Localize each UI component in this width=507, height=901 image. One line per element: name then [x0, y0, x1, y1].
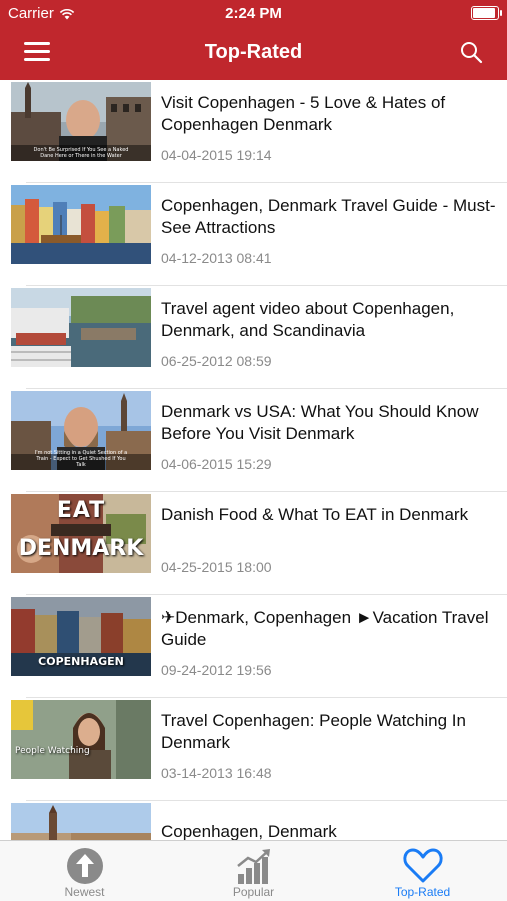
status-bar: Carrier 2:24 PM [0, 0, 507, 26]
thumbnail-image [11, 700, 151, 779]
thumbnail-caption: Don't Be Surprised If You See a Naked Da… [33, 147, 129, 159]
video-thumbnail: COPENHAGEN [11, 597, 151, 676]
video-thumbnail: EAT DENMARK [11, 494, 151, 573]
video-title: Copenhagen, Denmark Travel Guide - Must-… [161, 196, 496, 237]
video-thumbnail: People Watching [11, 700, 151, 779]
list-item[interactable]: Copenhagen, Denmark [0, 801, 507, 840]
video-thumbnail [11, 803, 151, 840]
video-date: 04-12-2013 08:41 [161, 250, 272, 266]
thumbnail-text-denmark: DENMARK [18, 536, 144, 561]
thumbnail-text-eat: EAT [56, 498, 106, 523]
tab-label: Top-Rated [394, 885, 451, 899]
tab-top-rated[interactable]: Top-Rated [338, 841, 507, 901]
video-date: 09-24-2012 19:56 [161, 662, 272, 678]
tab-popular[interactable]: Popular [169, 841, 338, 901]
video-title: Travel Copenhagen: People Watching In De… [161, 711, 466, 752]
video-list[interactable]: Don't Be Surprised If You See a Naked Da… [0, 80, 507, 840]
search-icon[interactable] [459, 40, 483, 64]
list-item[interactable]: People Watching Travel Copenhagen: Peopl… [0, 698, 507, 801]
thumbnail-caption: People Watching [15, 746, 90, 756]
list-item[interactable]: Don't Be Surprised If You See a Naked Da… [0, 80, 507, 183]
bar-chart-icon [236, 849, 270, 884]
thumbnail-image [11, 288, 151, 367]
tab-label: Popular [232, 885, 275, 899]
clock: 2:24 PM [225, 5, 282, 22]
video-thumbnail: Don't Be Surprised If You See a Naked Da… [11, 82, 151, 161]
video-title: Copenhagen, Denmark [161, 822, 337, 840]
video-title: Denmark vs USA: What You Should Know Bef… [161, 402, 479, 443]
video-date: 04-04-2015 19:14 [161, 147, 272, 163]
tab-newest[interactable]: Newest [0, 841, 169, 901]
list-item[interactable]: I'm not Sitting in a Quiet Section of a … [0, 389, 507, 492]
video-title: Travel agent video about Copenhagen, Den… [161, 299, 455, 340]
thumbnail-image [11, 803, 151, 840]
video-title: Danish Food & What To EAT in Denmark [161, 505, 469, 524]
up-arrow-circle-icon [66, 848, 103, 884]
page-title: Top-Rated [204, 41, 303, 63]
list-item[interactable]: Travel agent video about Copenhagen, Den… [0, 286, 507, 389]
list-item[interactable]: Copenhagen, Denmark Travel Guide - Must-… [0, 183, 507, 286]
thumbnail-image [11, 185, 151, 264]
video-thumbnail [11, 185, 151, 264]
navigation-bar: Top-Rated [0, 26, 507, 80]
video-date: 04-25-2015 18:00 [161, 559, 272, 575]
tab-label: Newest [64, 885, 105, 899]
battery-icon [471, 6, 502, 20]
video-thumbnail [11, 288, 151, 367]
list-item[interactable]: COPENHAGEN ✈Denmark, Copenhagen ►Vacatio… [0, 595, 507, 698]
thumbnail-text-copenhagen: COPENHAGEN [38, 655, 124, 668]
video-date: 03-14-2013 16:48 [161, 765, 272, 781]
heart-icon [402, 848, 443, 883]
video-date: 06-25-2012 08:59 [161, 353, 272, 369]
thumbnail-caption: I'm not Sitting in a Quiet Section of a … [34, 450, 128, 468]
video-title: ✈Denmark, Copenhagen ►Vacation Travel Gu… [161, 608, 489, 649]
video-title: Visit Copenhagen - 5 Love & Hates of Cop… [161, 93, 446, 134]
video-date: 04-06-2015 15:29 [161, 456, 272, 472]
list-item[interactable]: EAT DENMARK Danish Food & What To EAT in… [0, 492, 507, 595]
video-thumbnail: I'm not Sitting in a Quiet Section of a … [11, 391, 151, 470]
tab-bar: Newest Popular Top-Rated [0, 840, 507, 901]
